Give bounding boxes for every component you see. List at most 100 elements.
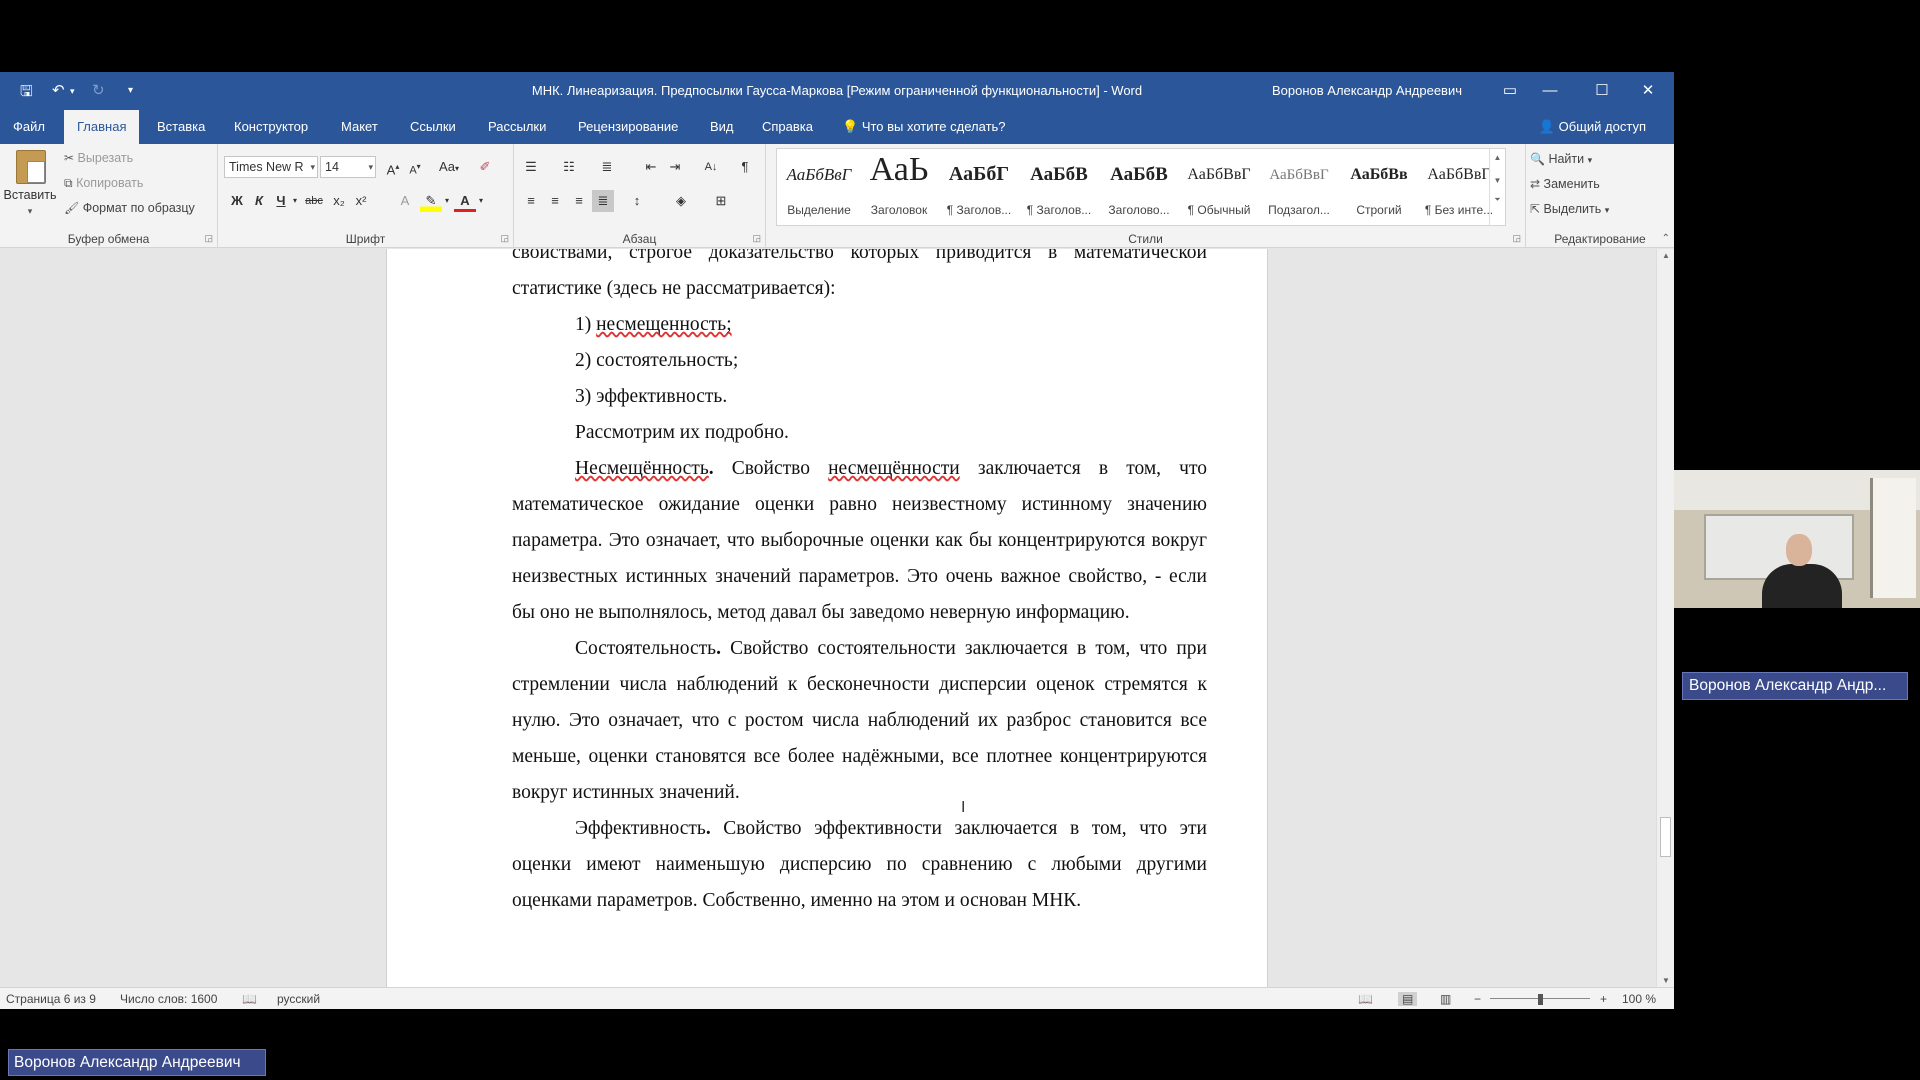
zoom-level[interactable]: 100 % xyxy=(1622,992,1656,1006)
account-name[interactable]: Воронов Александр Андреевич xyxy=(1272,83,1462,98)
chevron-down-icon: ▾ xyxy=(310,162,315,172)
more-styles-icon[interactable]: ⏷ xyxy=(1490,195,1505,205)
share-button[interactable]: 👤 Общий доступ xyxy=(1539,110,1646,144)
tab-home[interactable]: Главная xyxy=(64,110,140,144)
numbering-icon[interactable]: ☷ xyxy=(558,156,580,178)
bullets-icon[interactable]: ☰ xyxy=(520,156,542,178)
align-right-icon[interactable]: ≡ xyxy=(568,190,590,212)
web-layout-icon[interactable]: ▥ xyxy=(1440,992,1451,1006)
strikethrough-button[interactable]: abc xyxy=(300,190,328,212)
collapse-ribbon-icon[interactable]: ⌃ xyxy=(1662,233,1670,244)
subscript-button[interactable]: x₂ xyxy=(328,190,350,212)
paragraph-group: ☰ ☷ ≣ ⇤ ⇥ A↓ ¶ ≡ ≡ ≡ ≣ ↕ ◈ ⊞ Абзац ◲ xyxy=(514,144,766,248)
paste-button[interactable]: Вставить ▾ xyxy=(2,148,58,228)
clipboard-launcher-icon[interactable]: ◲ xyxy=(204,233,213,244)
scroll-thumb[interactable] xyxy=(1660,817,1671,857)
styles-gallery-scroll[interactable]: ▲ ▼ ⏷ xyxy=(1489,149,1505,225)
paste-dropdown-icon[interactable]: ▾ xyxy=(2,206,58,217)
superscript-button[interactable]: x² xyxy=(350,190,372,212)
minimize-button[interactable]: — xyxy=(1530,78,1570,104)
style-heading-1[interactable]: АаБбГ ¶ Заголов... xyxy=(939,149,1019,225)
align-center-icon[interactable]: ≡ xyxy=(544,190,566,212)
style-sample: АаБбВвГ xyxy=(1427,166,1491,183)
text-effects-icon[interactable]: A xyxy=(394,190,416,212)
tab-layout[interactable]: Макет xyxy=(328,110,391,144)
zoom-out-icon[interactable]: − xyxy=(1474,992,1481,1006)
style-heading-3[interactable]: АаБбВ Заголово... xyxy=(1099,149,1179,225)
style-name: ¶ Без инте... xyxy=(1424,203,1494,217)
find-button[interactable]: 🔍 Найти ▾ xyxy=(1530,152,1592,166)
shrink-font-icon[interactable]: A▾ xyxy=(404,156,426,178)
proofing-icon[interactable]: 📖 xyxy=(242,992,257,1006)
vertical-scrollbar[interactable]: ▲ ▼ xyxy=(1656,249,1674,987)
replace-button[interactable]: ⇄ Заменить xyxy=(1530,177,1600,191)
justify-icon[interactable]: ≣ xyxy=(592,190,614,212)
line-spacing-icon[interactable]: ↕ xyxy=(626,190,648,212)
select-button[interactable]: ⇱ Выделить ▾ xyxy=(1530,202,1609,216)
increase-indent-icon[interactable]: ⇥ xyxy=(664,156,686,178)
document-text[interactable]: свойствами, строгое доказательство котор… xyxy=(512,249,1207,919)
paragraph-unbiasedness: Несмещённость. Свойство несмещённости за… xyxy=(512,458,1207,623)
font-launcher-icon[interactable]: ◲ xyxy=(500,233,509,244)
tab-help[interactable]: Справка xyxy=(749,110,826,144)
style-subtitle[interactable]: АаБбВвГ Подзагол... xyxy=(1259,149,1339,225)
align-left-icon[interactable]: ≡ xyxy=(520,190,542,212)
document-page[interactable]: свойствами, строгое доказательство котор… xyxy=(386,249,1268,987)
grow-font-icon[interactable]: A▴ xyxy=(382,156,404,178)
decrease-indent-icon[interactable]: ⇤ xyxy=(640,156,662,178)
style-emphasis[interactable]: АаБбВвГ Выделение xyxy=(779,149,859,225)
ribbon-display-options-icon[interactable]: ▭ xyxy=(1490,78,1530,104)
chevron-up-icon[interactable]: ▲ xyxy=(1490,153,1505,162)
copy-icon: ⧉ xyxy=(64,176,73,190)
format-painter-button[interactable]: 🖌 Формат по образцу xyxy=(64,201,195,215)
scroll-down-icon[interactable]: ▼ xyxy=(1657,976,1674,985)
font-name-combo[interactable]: Times New R ▾ xyxy=(224,156,318,178)
tell-me-box[interactable]: 💡 Что вы хотите сделать? xyxy=(842,110,1006,144)
chevron-down-icon: ▾ xyxy=(368,162,373,172)
style-sample: АаБбГ xyxy=(948,163,1010,185)
tab-design[interactable]: Конструктор xyxy=(221,110,321,144)
cut-button[interactable]: ✂ Вырезать xyxy=(64,151,133,165)
style-no-spacing[interactable]: АаБбВвГ ¶ Без инте... xyxy=(1419,149,1499,225)
tab-references[interactable]: Ссылки xyxy=(397,110,469,144)
language[interactable]: русский xyxy=(277,992,320,1006)
clear-formatting-icon[interactable]: ✐ xyxy=(474,156,496,178)
bold-button[interactable]: Ж xyxy=(226,190,248,212)
word-count[interactable]: Число слов: 1600 xyxy=(120,992,217,1006)
sort-icon[interactable]: A↓ xyxy=(700,156,722,178)
paragraph-launcher-icon[interactable]: ◲ xyxy=(752,233,761,244)
styles-gallery: АаБбВвГ Выделение АаЬ Заголовок АаБбГ ¶ … xyxy=(776,148,1506,226)
copy-button[interactable]: ⧉ Копировать xyxy=(64,176,143,191)
shading-icon[interactable]: ◈ xyxy=(670,190,692,212)
close-button[interactable]: ✕ xyxy=(1628,78,1668,104)
page-count[interactable]: Страница 6 из 9 xyxy=(6,992,96,1006)
font-size-combo[interactable]: 14 ▾ xyxy=(320,156,376,178)
tab-mailings[interactable]: Рассылки xyxy=(475,110,559,144)
multilevel-list-icon[interactable]: ≣ xyxy=(596,156,618,178)
borders-icon[interactable]: ⊞ xyxy=(710,190,732,212)
font-color-dropdown-icon[interactable]: ▾ xyxy=(470,190,492,212)
tab-view[interactable]: Вид xyxy=(697,110,747,144)
print-layout-icon[interactable]: ▤ xyxy=(1398,992,1418,1006)
maximize-button[interactable]: ☐ xyxy=(1582,78,1622,104)
zoom-slider-thumb[interactable] xyxy=(1538,994,1543,1005)
read-mode-icon[interactable]: 📖 xyxy=(1358,992,1373,1006)
tab-review[interactable]: Рецензирование xyxy=(565,110,691,144)
tab-file[interactable]: Файл xyxy=(0,110,58,144)
change-case-button[interactable]: Aa▾ xyxy=(432,156,466,178)
participant-video[interactable] xyxy=(1674,470,1920,608)
chevron-down-icon[interactable]: ▼ xyxy=(1490,176,1505,185)
italic-button[interactable]: К xyxy=(248,190,270,212)
style-heading-2[interactable]: АаБбВ ¶ Заголов... xyxy=(1019,149,1099,225)
style-title[interactable]: АаЬ Заголовок xyxy=(859,149,939,225)
scroll-up-icon[interactable]: ▲ xyxy=(1657,251,1674,260)
style-sample: АаЬ xyxy=(869,151,929,188)
show-formatting-icon[interactable]: ¶ xyxy=(734,156,756,178)
style-name: Заголовок xyxy=(870,203,928,217)
zoom-in-icon[interactable]: + xyxy=(1600,992,1607,1006)
style-strong[interactable]: АаБбВв Строгий xyxy=(1339,149,1419,225)
style-normal[interactable]: АаБбВвГ ¶ Обычный xyxy=(1179,149,1259,225)
styles-launcher-icon[interactable]: ◲ xyxy=(1512,233,1521,244)
paragraph-text: Свойство xyxy=(713,458,829,479)
tab-insert[interactable]: Вставка xyxy=(144,110,218,144)
